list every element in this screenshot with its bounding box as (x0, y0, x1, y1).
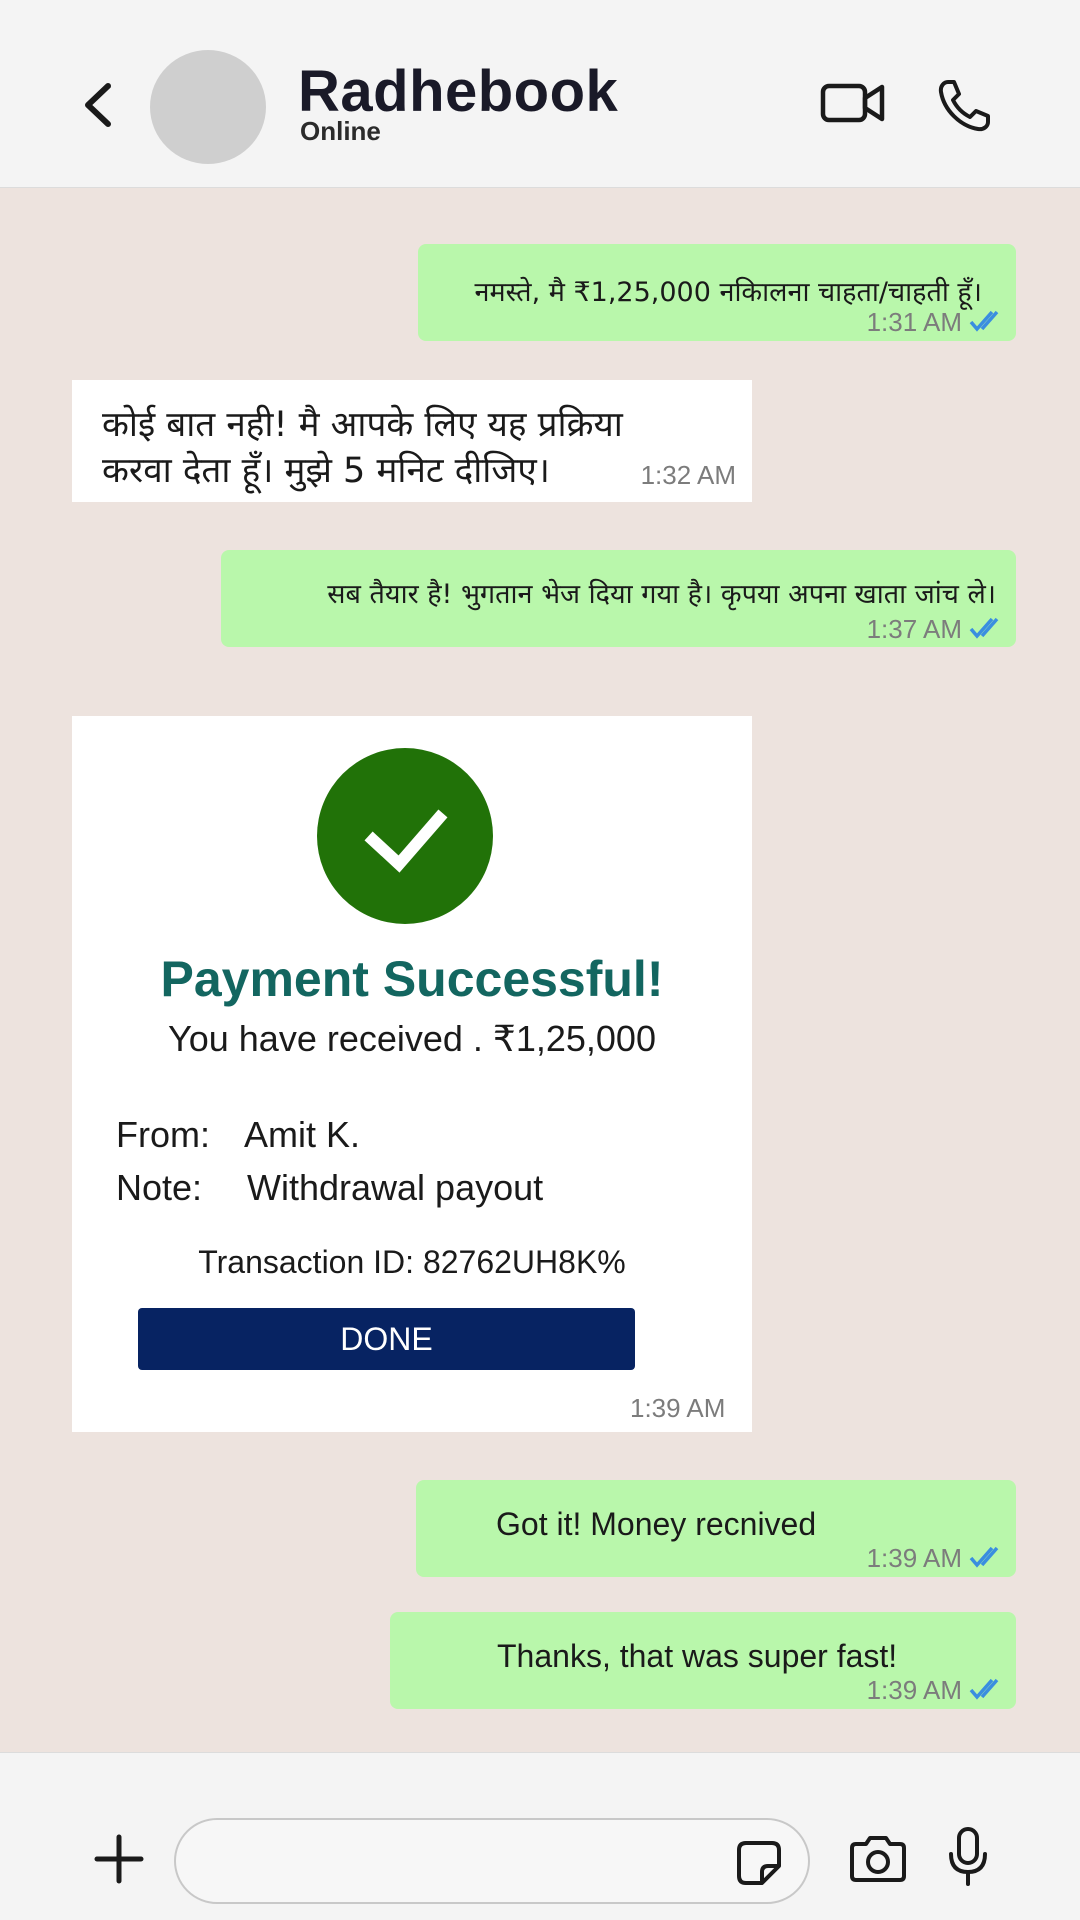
camera-icon[interactable] (848, 1834, 908, 1884)
phone-icon[interactable] (936, 78, 992, 134)
from-value: Amit K. (244, 1114, 361, 1155)
message-outgoing[interactable]: Got it! Money recnived 1:39 AM (416, 1480, 1016, 1577)
message-incoming[interactable]: कोई बात नही! मै आपके लिए यह प्रक्रिया कर… (72, 380, 752, 502)
contact-status: Online (300, 116, 381, 146)
payment-amount: You have received . ₹1,25,000 (168, 1018, 656, 1059)
message-text: नमस्ते, मै ₹1,25,000 नकािलना चाहता/चाहती… (474, 277, 982, 308)
message-line: कोई बात नही! मै आपके लिए यह प्रक्रिया (102, 405, 623, 445)
microphone-icon[interactable] (946, 1826, 990, 1888)
message-time: 1:37 AM (866, 614, 962, 644)
message-time: 1:39 AM (866, 1543, 962, 1573)
video-camera-icon[interactable] (820, 78, 886, 128)
message-outgoing[interactable]: Thanks, that was super fast! 1:39 AM (390, 1612, 1016, 1709)
message-outgoing[interactable]: सब तैयार है! भुगतान भेज दिया गया है। कृप… (221, 550, 1016, 647)
chat-header: Radhebook Online (0, 0, 1080, 188)
plus-icon[interactable] (94, 1834, 144, 1884)
transaction-id: Transaction ID: 82762UH8K% (198, 1244, 626, 1280)
message-outgoing[interactable]: नमस्ते, मै ₹1,25,000 नकािलना चाहता/चाहती… (418, 244, 1016, 341)
message-input[interactable] (174, 1818, 810, 1904)
success-check-icon (317, 748, 493, 924)
read-ticks-icon (969, 1546, 999, 1568)
message-text: सब तैयार है! भुगतान भेज दिया गया है। कृप… (327, 579, 996, 610)
done-button[interactable]: DONE (138, 1308, 635, 1370)
chevron-left-icon[interactable] (78, 82, 118, 128)
from-label: From: (116, 1114, 210, 1155)
message-time: 1:39 AM (630, 1393, 726, 1423)
note-label: Note: (116, 1167, 203, 1208)
message-time: 1:39 AM (866, 1675, 962, 1705)
contact-name[interactable]: Radhebook (298, 58, 618, 125)
read-ticks-icon (969, 617, 999, 639)
message-line: करवा देता हूँ। मुझे 5 मनिट दीजिए। (102, 451, 550, 491)
payment-title: Payment Successful! (160, 951, 664, 1007)
read-ticks-icon (969, 1678, 999, 1700)
avatar[interactable] (150, 50, 266, 164)
sticker-icon[interactable] (736, 1840, 782, 1886)
message-text: Got it! Money recnived (496, 1506, 817, 1542)
message-time: 1:32 AM (640, 460, 736, 490)
message-time: 1:31 AM (866, 307, 962, 337)
read-ticks-icon (969, 310, 999, 332)
note-value: Withdrawal payout (247, 1167, 544, 1208)
message-text: Thanks, that was super fast! (497, 1638, 898, 1674)
